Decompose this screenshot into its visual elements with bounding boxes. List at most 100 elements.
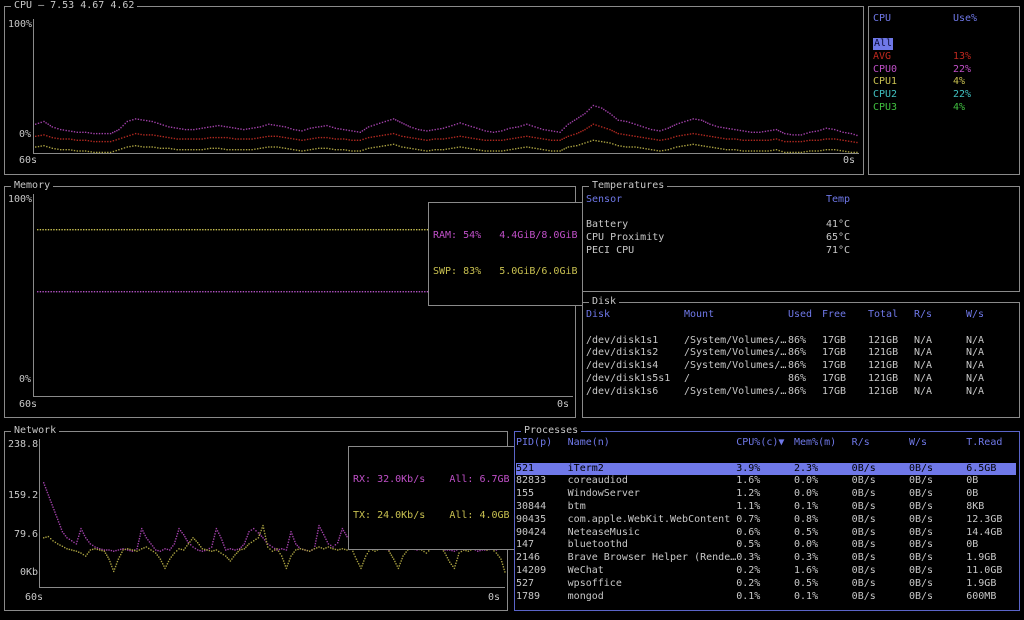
process-cell: 0B/s (908, 539, 934, 551)
data-point (215, 125, 217, 127)
network-panel[interactable]: Network 238.8 159.2 79.6 0Kb 60s 0s RX: … (4, 425, 515, 611)
cpu-graph-panel[interactable]: CPU – 7.53 4.67 4.62 100% 0% 60s 0s (4, 0, 864, 175)
temperatures-panel[interactable]: Temperatures Sensor Temp Battery 41°C CPU … (582, 180, 1020, 292)
cpu-legend-name-cpu2[interactable]: CPU2 (873, 89, 897, 101)
cpu-legend-name-cpu1[interactable]: CPU1 (873, 76, 897, 88)
data-point (537, 148, 539, 150)
disk-row[interactable]: /dev/disk1s5s1/86% 17GB 121GB N/A N/A (586, 373, 1006, 386)
process-col-header[interactable]: Name(n) (568, 437, 737, 450)
process-cell: 527 (516, 577, 535, 589)
cpu-legend-name-cpu3[interactable]: CPU3 (873, 102, 897, 114)
data-point (431, 149, 434, 151)
process-col-header[interactable]: T.Read (966, 437, 1016, 450)
data-point (274, 547, 276, 550)
disk-col-header[interactable]: W/s (966, 309, 1006, 322)
cpu-legend-panel[interactable]: CPU Use% All AVG 13% CPU0 22% CPU1 4% CPU2 22% CP… (868, 6, 1020, 175)
disk-col-header[interactable]: Free (822, 309, 868, 322)
data-point (639, 147, 642, 149)
process-row[interactable]: 90424 NeteaseMusic 0.6% 0.5% 0B/s 0B/s 14.4GB (516, 527, 1016, 540)
disk-row[interactable]: /dev/disk1s6/System/Volumes/… 86% 17GB 121G… (586, 386, 1006, 399)
data-point (345, 138, 348, 141)
process-row[interactable]: 147 bluetoothd 0.5% 0.0% 0B/s 0B/s 0B (516, 539, 1016, 552)
cpu-legend-name-cpu0[interactable]: CPU0 (873, 64, 897, 76)
data-point (576, 145, 578, 147)
processes-panel[interactable]: Processes PID(p) Name(n) CPU%(c)▼ Mem%(m) R/… (514, 425, 1020, 611)
data-point (590, 106, 592, 109)
data-point (458, 552, 460, 554)
data-point (169, 229, 171, 231)
data-point (184, 536, 186, 538)
data-point (286, 291, 288, 293)
data-point (74, 229, 77, 231)
process-row[interactable]: 82833 coreaudiod 1.6% 0.0% 0B/s 0B/s 0B (516, 475, 1016, 488)
data-point (315, 137, 317, 139)
data-point (218, 550, 220, 553)
data-point (112, 291, 115, 293)
data-point (822, 149, 825, 151)
data-point (131, 229, 134, 231)
disk-panel[interactable]: Disk Disk Mount Used Free Total R/s W/s/dev/di… (582, 296, 1020, 418)
data-point (183, 229, 185, 231)
process-row[interactable]: 1789 mongod 0.1% 0.1% 0B/s 0B/s 600MB (516, 591, 1016, 604)
memory-panel[interactable]: Memory 100% 0% 60s 0s RAM: 54% 4.4GiB/8.… (4, 180, 583, 418)
data-point (376, 123, 378, 125)
data-point (503, 129, 506, 131)
data-point (381, 134, 384, 137)
process-col-header[interactable]: CPU%(c)▼ (736, 437, 794, 450)
process-row[interactable]: 527 wpsoffice 0.2% 0.5% 0B/s 0B/s 1.9GB (516, 578, 1016, 591)
process-col-header[interactable]: PID(p) (516, 437, 568, 450)
data-point (245, 291, 247, 293)
data-point (277, 550, 280, 552)
process-cell: NeteaseMusic (567, 526, 640, 538)
data-point (188, 229, 190, 231)
data-point (78, 551, 80, 553)
process-row[interactable]: 2146 Brave Browser Helper (Rende… 0.3% 0.3%… (516, 552, 1016, 565)
data-point (211, 550, 213, 552)
data-point (148, 146, 151, 148)
process-cell: 0.1% (794, 590, 819, 602)
data-point (578, 144, 581, 146)
disk-col-header[interactable]: R/s (914, 309, 966, 322)
data-point (273, 146, 275, 148)
cpu-legend-name-all[interactable]: All (873, 38, 894, 50)
data-point (598, 140, 600, 142)
data-point (145, 291, 147, 293)
data-point (228, 558, 230, 561)
disk-row[interactable]: /dev/disk1s1/System/Volumes/… 86% 17GB 121G… (586, 335, 1006, 348)
data-point (177, 229, 180, 231)
data-point (595, 140, 597, 142)
data-point (399, 229, 402, 231)
data-point (43, 537, 45, 539)
process-row[interactable]: 155 WindowServer 1.2% 0.0% 0B/s 0B/s 0B (516, 488, 1016, 501)
data-point (78, 533, 81, 535)
process-col-header[interactable]: Mem%(m) (794, 437, 852, 450)
data-point (215, 229, 218, 231)
process-row[interactable]: 521 iTerm2 3.9% 2.3% 0B/s 0B/s 6.5GB (516, 462, 1016, 476)
disk-row[interactable]: /dev/disk1s2/System/Volumes/… 86% 17GB 121G… (586, 347, 1006, 360)
disk-col-header[interactable]: Total (868, 309, 914, 322)
disk-col-header[interactable]: Used (788, 309, 822, 322)
disk-col-header[interactable]: Mount (684, 309, 788, 322)
disk-row[interactable]: /dev/disk1s4/System/Volumes/… 86% 17GB 121G… (586, 360, 1006, 373)
data-point (40, 145, 42, 147)
data-point (234, 127, 237, 129)
process-col-header[interactable]: R/s (852, 437, 909, 450)
data-point (340, 291, 342, 293)
data-point (154, 121, 156, 124)
data-point (473, 148, 475, 150)
disk-spacer-row (586, 322, 1006, 335)
data-point (506, 128, 508, 130)
process-cell: 2146 (516, 552, 541, 564)
disk-col-header[interactable]: Disk (586, 309, 684, 322)
process-row[interactable]: 30844 btm 1.1% 0.1% 0B/s 0B/s 8KB (516, 501, 1016, 514)
data-point (134, 549, 136, 552)
data-point (361, 130, 364, 132)
cpu-legend-name-avg[interactable]: AVG (873, 51, 891, 63)
process-col-header[interactable]: W/s (909, 437, 966, 450)
data-point (83, 291, 85, 293)
process-row[interactable]: 14209 WeChat 0.2% 1.6% 0B/s 0B/s 11.0GB (516, 565, 1016, 578)
data-point (820, 149, 822, 152)
data-point (445, 148, 447, 150)
process-row[interactable]: 90435 com.apple.WebKit.WebContent 0.7% 0.8%… (516, 514, 1016, 527)
data-point (315, 229, 318, 231)
